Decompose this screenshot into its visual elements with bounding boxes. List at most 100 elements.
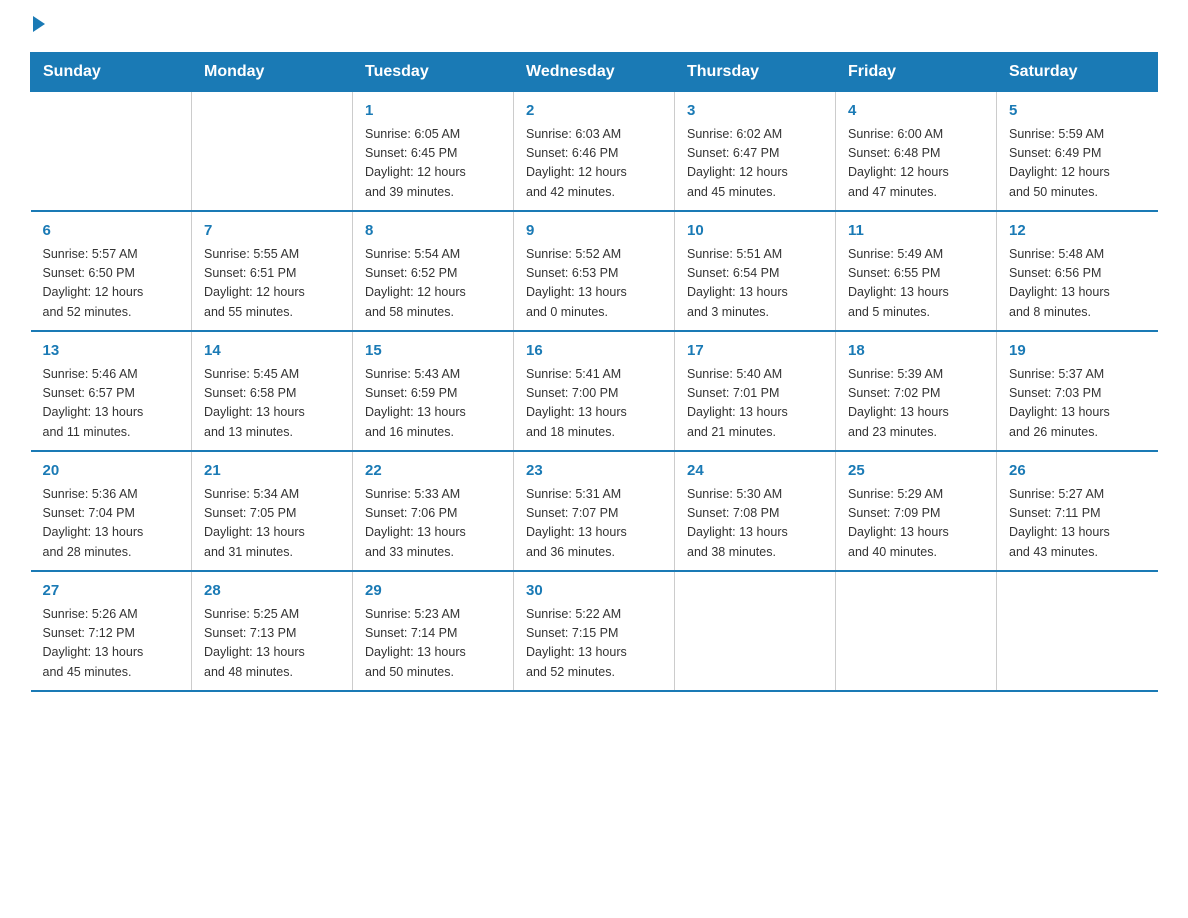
day-info: Sunrise: 6:03 AM Sunset: 6:46 PM Dayligh…: [526, 125, 662, 203]
calendar-cell: 19Sunrise: 5:37 AM Sunset: 7:03 PM Dayli…: [997, 331, 1158, 451]
day-number: 18: [848, 340, 984, 363]
calendar-cell: 27Sunrise: 5:26 AM Sunset: 7:12 PM Dayli…: [31, 571, 192, 691]
day-info: Sunrise: 5:45 AM Sunset: 6:58 PM Dayligh…: [204, 365, 340, 443]
day-header-friday: Friday: [836, 53, 997, 92]
calendar-cell: 24Sunrise: 5:30 AM Sunset: 7:08 PM Dayli…: [675, 451, 836, 571]
calendar-cell: 8Sunrise: 5:54 AM Sunset: 6:52 PM Daylig…: [353, 211, 514, 331]
day-header-thursday: Thursday: [675, 53, 836, 92]
calendar-cell: 14Sunrise: 5:45 AM Sunset: 6:58 PM Dayli…: [192, 331, 353, 451]
day-number: 14: [204, 340, 340, 363]
day-info: Sunrise: 5:29 AM Sunset: 7:09 PM Dayligh…: [848, 485, 984, 563]
day-number: 3: [687, 100, 823, 123]
day-info: Sunrise: 5:49 AM Sunset: 6:55 PM Dayligh…: [848, 245, 984, 323]
day-number: 12: [1009, 220, 1146, 243]
day-info: Sunrise: 5:30 AM Sunset: 7:08 PM Dayligh…: [687, 485, 823, 563]
day-number: 10: [687, 220, 823, 243]
day-number: 24: [687, 460, 823, 483]
calendar-cell: 3Sunrise: 6:02 AM Sunset: 6:47 PM Daylig…: [675, 92, 836, 212]
day-number: 16: [526, 340, 662, 363]
calendar-cell: 2Sunrise: 6:03 AM Sunset: 6:46 PM Daylig…: [514, 92, 675, 212]
day-info: Sunrise: 5:41 AM Sunset: 7:00 PM Dayligh…: [526, 365, 662, 443]
day-number: 5: [1009, 100, 1146, 123]
day-info: Sunrise: 5:22 AM Sunset: 7:15 PM Dayligh…: [526, 605, 662, 683]
calendar-cell: 1Sunrise: 6:05 AM Sunset: 6:45 PM Daylig…: [353, 92, 514, 212]
day-number: 25: [848, 460, 984, 483]
day-number: 27: [43, 580, 180, 603]
calendar-cell: 7Sunrise: 5:55 AM Sunset: 6:51 PM Daylig…: [192, 211, 353, 331]
calendar-cell: 16Sunrise: 5:41 AM Sunset: 7:00 PM Dayli…: [514, 331, 675, 451]
day-info: Sunrise: 5:39 AM Sunset: 7:02 PM Dayligh…: [848, 365, 984, 443]
day-info: Sunrise: 5:25 AM Sunset: 7:13 PM Dayligh…: [204, 605, 340, 683]
day-number: 21: [204, 460, 340, 483]
calendar-cell: 10Sunrise: 5:51 AM Sunset: 6:54 PM Dayli…: [675, 211, 836, 331]
day-number: 28: [204, 580, 340, 603]
calendar-cell: 22Sunrise: 5:33 AM Sunset: 7:06 PM Dayli…: [353, 451, 514, 571]
calendar-cell: 30Sunrise: 5:22 AM Sunset: 7:15 PM Dayli…: [514, 571, 675, 691]
day-info: Sunrise: 5:51 AM Sunset: 6:54 PM Dayligh…: [687, 245, 823, 323]
logo-triangle-icon: [33, 16, 45, 32]
day-header-wednesday: Wednesday: [514, 53, 675, 92]
day-header-saturday: Saturday: [997, 53, 1158, 92]
calendar-cell: 12Sunrise: 5:48 AM Sunset: 6:56 PM Dayli…: [997, 211, 1158, 331]
day-info: Sunrise: 5:33 AM Sunset: 7:06 PM Dayligh…: [365, 485, 501, 563]
day-info: Sunrise: 5:43 AM Sunset: 6:59 PM Dayligh…: [365, 365, 501, 443]
calendar-cell: 17Sunrise: 5:40 AM Sunset: 7:01 PM Dayli…: [675, 331, 836, 451]
calendar-cell: [836, 571, 997, 691]
day-number: 13: [43, 340, 180, 363]
day-number: 20: [43, 460, 180, 483]
day-info: Sunrise: 5:31 AM Sunset: 7:07 PM Dayligh…: [526, 485, 662, 563]
day-number: 4: [848, 100, 984, 123]
day-info: Sunrise: 5:26 AM Sunset: 7:12 PM Dayligh…: [43, 605, 180, 683]
calendar-week-row: 6Sunrise: 5:57 AM Sunset: 6:50 PM Daylig…: [31, 211, 1158, 331]
day-number: 23: [526, 460, 662, 483]
logo: [30, 20, 45, 32]
day-header-tuesday: Tuesday: [353, 53, 514, 92]
day-info: Sunrise: 5:46 AM Sunset: 6:57 PM Dayligh…: [43, 365, 180, 443]
day-header-monday: Monday: [192, 53, 353, 92]
calendar-cell: 5Sunrise: 5:59 AM Sunset: 6:49 PM Daylig…: [997, 92, 1158, 212]
day-number: 1: [365, 100, 501, 123]
day-header-sunday: Sunday: [31, 53, 192, 92]
day-info: Sunrise: 5:36 AM Sunset: 7:04 PM Dayligh…: [43, 485, 180, 563]
day-info: Sunrise: 5:27 AM Sunset: 7:11 PM Dayligh…: [1009, 485, 1146, 563]
day-info: Sunrise: 5:23 AM Sunset: 7:14 PM Dayligh…: [365, 605, 501, 683]
calendar-table: SundayMondayTuesdayWednesdayThursdayFrid…: [30, 52, 1158, 692]
day-number: 6: [43, 220, 180, 243]
calendar-week-row: 1Sunrise: 6:05 AM Sunset: 6:45 PM Daylig…: [31, 92, 1158, 212]
calendar-header-row: SundayMondayTuesdayWednesdayThursdayFrid…: [31, 53, 1158, 92]
calendar-cell: 29Sunrise: 5:23 AM Sunset: 7:14 PM Dayli…: [353, 571, 514, 691]
calendar-cell: [31, 92, 192, 212]
calendar-week-row: 13Sunrise: 5:46 AM Sunset: 6:57 PM Dayli…: [31, 331, 1158, 451]
day-info: Sunrise: 5:54 AM Sunset: 6:52 PM Dayligh…: [365, 245, 501, 323]
day-number: 17: [687, 340, 823, 363]
day-info: Sunrise: 5:37 AM Sunset: 7:03 PM Dayligh…: [1009, 365, 1146, 443]
day-info: Sunrise: 6:05 AM Sunset: 6:45 PM Dayligh…: [365, 125, 501, 203]
day-number: 8: [365, 220, 501, 243]
day-info: Sunrise: 5:57 AM Sunset: 6:50 PM Dayligh…: [43, 245, 180, 323]
calendar-week-row: 27Sunrise: 5:26 AM Sunset: 7:12 PM Dayli…: [31, 571, 1158, 691]
day-number: 2: [526, 100, 662, 123]
day-info: Sunrise: 5:34 AM Sunset: 7:05 PM Dayligh…: [204, 485, 340, 563]
calendar-cell: 23Sunrise: 5:31 AM Sunset: 7:07 PM Dayli…: [514, 451, 675, 571]
calendar-cell: 15Sunrise: 5:43 AM Sunset: 6:59 PM Dayli…: [353, 331, 514, 451]
day-number: 19: [1009, 340, 1146, 363]
calendar-cell: 13Sunrise: 5:46 AM Sunset: 6:57 PM Dayli…: [31, 331, 192, 451]
day-info: Sunrise: 5:40 AM Sunset: 7:01 PM Dayligh…: [687, 365, 823, 443]
calendar-cell: 6Sunrise: 5:57 AM Sunset: 6:50 PM Daylig…: [31, 211, 192, 331]
calendar-cell: [192, 92, 353, 212]
calendar-cell: 21Sunrise: 5:34 AM Sunset: 7:05 PM Dayli…: [192, 451, 353, 571]
day-number: 15: [365, 340, 501, 363]
day-info: Sunrise: 5:55 AM Sunset: 6:51 PM Dayligh…: [204, 245, 340, 323]
calendar-cell: [675, 571, 836, 691]
calendar-cell: [997, 571, 1158, 691]
calendar-cell: 9Sunrise: 5:52 AM Sunset: 6:53 PM Daylig…: [514, 211, 675, 331]
calendar-cell: 4Sunrise: 6:00 AM Sunset: 6:48 PM Daylig…: [836, 92, 997, 212]
calendar-cell: 11Sunrise: 5:49 AM Sunset: 6:55 PM Dayli…: [836, 211, 997, 331]
page-header: [30, 20, 1158, 32]
calendar-cell: 28Sunrise: 5:25 AM Sunset: 7:13 PM Dayli…: [192, 571, 353, 691]
calendar-cell: 25Sunrise: 5:29 AM Sunset: 7:09 PM Dayli…: [836, 451, 997, 571]
day-number: 7: [204, 220, 340, 243]
day-info: Sunrise: 5:48 AM Sunset: 6:56 PM Dayligh…: [1009, 245, 1146, 323]
calendar-cell: 18Sunrise: 5:39 AM Sunset: 7:02 PM Dayli…: [836, 331, 997, 451]
day-number: 30: [526, 580, 662, 603]
